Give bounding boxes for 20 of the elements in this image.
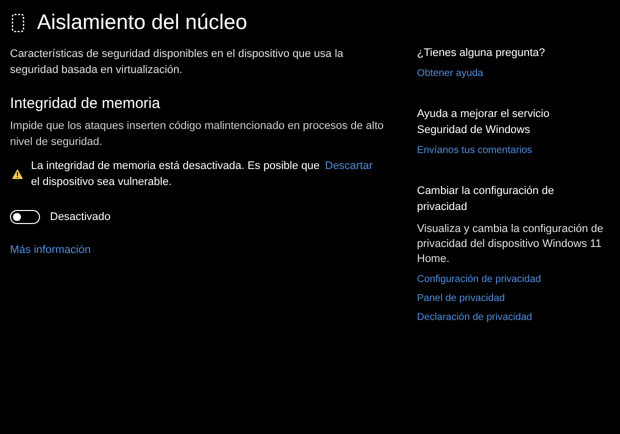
sidebar-heading: ¿Tienes alguna pregunta?: [417, 46, 546, 61]
toggle-label: Desactivado: [50, 210, 111, 225]
sidebar-description: Visualiza y cambia la configuración de privacidad del dispositivo Windows 11 Home.: [417, 222, 604, 267]
sidebar-link[interactable]: Panel de privacidad: [417, 291, 505, 307]
sidebar-heading: Cambiar la configuración de privacidad: [417, 184, 555, 215]
chip-icon: [11, 13, 25, 33]
page-title: Aislamiento del núcleo: [37, 10, 248, 36]
section-title: Integridad de memoria: [10, 94, 162, 114]
sidebar-link[interactable]: Envíanos tus comentarios: [417, 143, 532, 159]
sidebar-link[interactable]: Obtener ayuda: [417, 66, 484, 82]
more-info-link[interactable]: Más información: [10, 242, 91, 258]
page-description: Características de seguridad disponibles en el dispositivo que usa la seguridad basada en virtualización.: [10, 47, 344, 78]
sidebar-heading: Ayuda a mejorar el servicio Seguridad de Windows: [417, 107, 550, 138]
sidebar-link[interactable]: Configuración de privacidad: [417, 272, 541, 288]
section-description: Impide que los ataques inserten código malintencionado en procesos de alto nivel de seguridad.: [10, 119, 385, 150]
warning-message: La integridad de memoria está desactivada. Es posible que el dispositivo sea vulnerable.: [31, 159, 321, 190]
sidebar-link[interactable]: Declaración de privacidad: [417, 310, 532, 326]
dismiss-link[interactable]: Descartar: [325, 158, 373, 174]
toggle-switch[interactable]: [10, 210, 40, 224]
warning-icon: [12, 169, 23, 179]
